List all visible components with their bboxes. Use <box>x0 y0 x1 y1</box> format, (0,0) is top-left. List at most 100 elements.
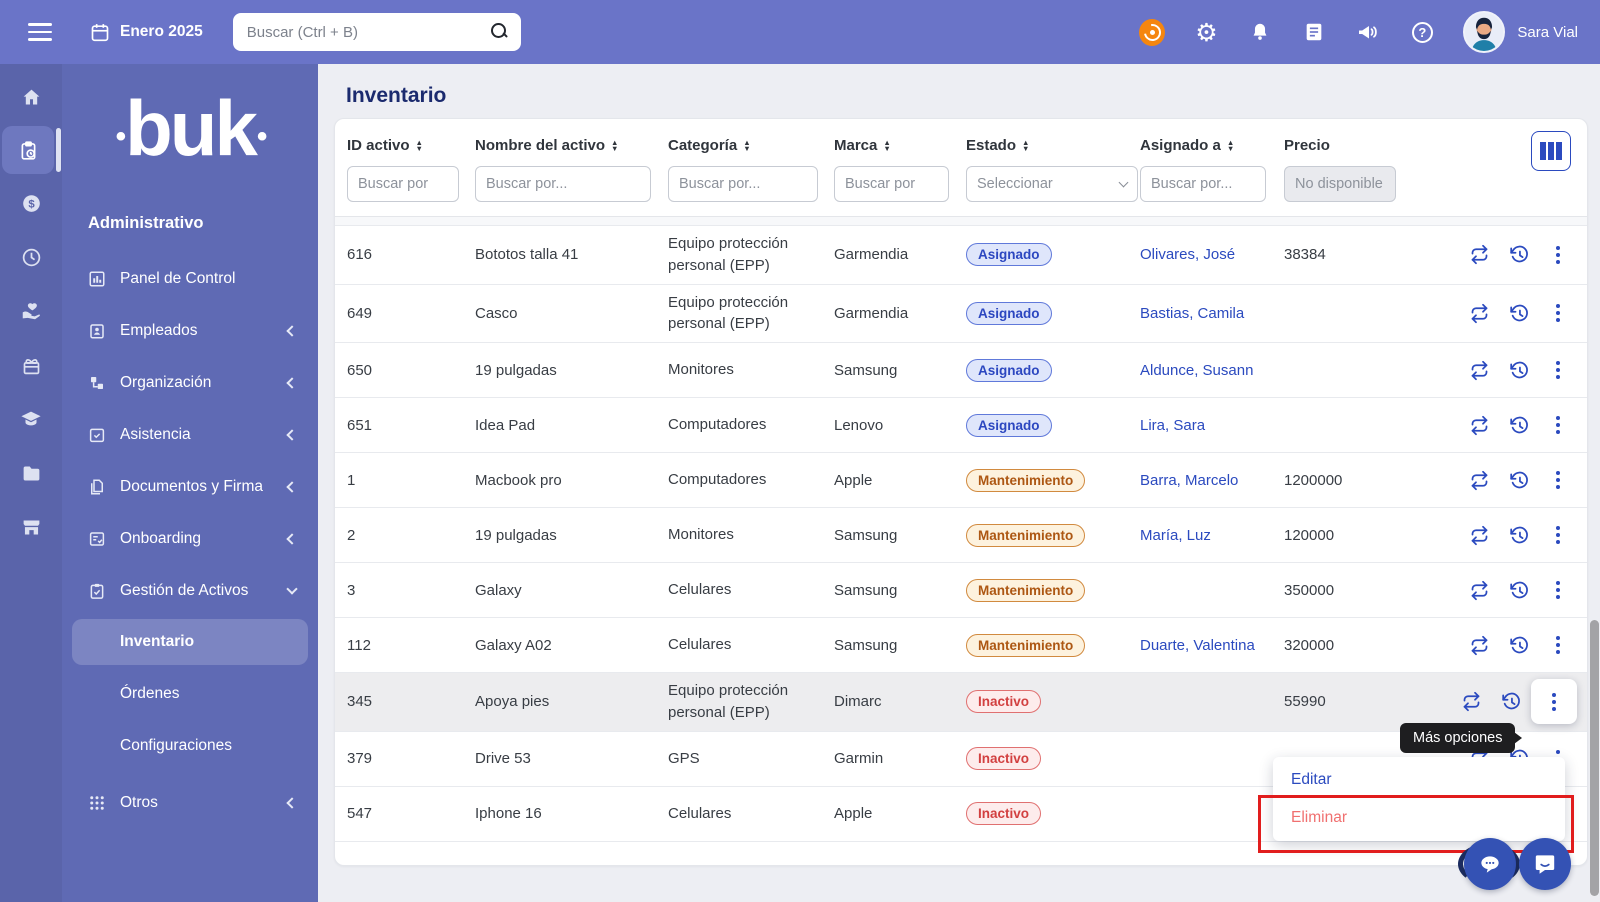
history-icon[interactable] <box>1509 303 1530 324</box>
filter-cell-marca <box>834 166 966 202</box>
rail-payroll[interactable]: $ <box>0 178 62 228</box>
menu-item-editar[interactable]: Editar <box>1273 761 1565 799</box>
sidebar-item-documentos-y-firma[interactable]: Documentos y Firma <box>62 461 318 513</box>
history-icon[interactable] <box>1509 360 1530 381</box>
column-header-marca[interactable]: Marca ▲ ▼ <box>834 137 966 154</box>
column-header-estado[interactable]: Estado ▲ ▼ <box>966 137 1140 154</box>
history-icon[interactable] <box>1509 525 1530 546</box>
kebab-icon[interactable] <box>1549 415 1567 436</box>
rail-time[interactable] <box>0 232 62 282</box>
rail-benefits[interactable] <box>0 286 62 336</box>
sidebar-item-onboarding[interactable]: Onboarding <box>62 513 318 565</box>
user-name: Sara Vial <box>1517 23 1578 41</box>
search-icon[interactable] <box>489 21 509 41</box>
kebab-icon[interactable] <box>1549 360 1567 381</box>
rail-gifts[interactable] <box>0 340 62 390</box>
column-header-categoria[interactable]: Categoría ▲ ▼ <box>668 137 834 154</box>
sidebar-subitem-inventario[interactable]: Inventario <box>72 619 308 665</box>
support-button[interactable] <box>1139 18 1166 46</box>
history-icon[interactable] <box>1509 635 1530 656</box>
sidebar-item-organizacion[interactable]: Organización <box>62 357 318 409</box>
assigned-person-link[interactable]: Olivares, José <box>1140 246 1235 263</box>
status-badge: Inactivo <box>966 690 1042 714</box>
kebab-icon[interactable] <box>1549 525 1567 546</box>
kebab-icon[interactable] <box>1549 470 1567 491</box>
help-button[interactable]: ? <box>1409 19 1435 45</box>
status-badge: Inactivo <box>966 802 1042 825</box>
sync-icon[interactable] <box>1469 635 1490 656</box>
chat-button-primary[interactable] <box>1519 838 1571 890</box>
kebab-icon[interactable] <box>1549 635 1567 656</box>
filter-input-id[interactable] <box>347 166 459 202</box>
filter-input-nombre[interactable] <box>475 166 651 202</box>
menu-item-eliminar[interactable]: Eliminar <box>1273 799 1565 837</box>
history-icon[interactable] <box>1509 580 1530 601</box>
sync-icon[interactable] <box>1469 360 1490 381</box>
settings-button[interactable]: ⚙ <box>1193 19 1219 45</box>
assigned-person-link[interactable]: Lira, Sara <box>1140 417 1205 434</box>
filter-select-estado[interactable]: Seleccionar <box>966 166 1138 202</box>
chat-button-secondary[interactable] <box>1464 838 1516 890</box>
user-menu[interactable]: Sara Vial <box>1463 11 1578 53</box>
page-scrollbar[interactable] <box>1590 620 1599 896</box>
sidebar-item-empleados[interactable]: Empleados <box>62 305 318 357</box>
kebab-icon[interactable] <box>1549 580 1567 601</box>
kebab-icon[interactable] <box>1545 691 1563 712</box>
announcements-button[interactable] <box>1355 19 1381 45</box>
assigned-person-link[interactable]: Duarte, Valentina <box>1140 637 1255 654</box>
assigned-person-link[interactable]: María, Luz <box>1140 527 1211 544</box>
sync-icon[interactable] <box>1469 470 1490 491</box>
cell-id-activo: 3 <box>347 581 356 599</box>
rail-files[interactable] <box>0 448 62 498</box>
sync-icon[interactable] <box>1469 415 1490 436</box>
cell-precio: 350000 <box>1284 581 1335 599</box>
assigned-person-link[interactable]: Bastias, Camila <box>1140 305 1244 322</box>
sidebar-item-panel-de-control[interactable]: Panel de Control <box>62 253 318 305</box>
column-settings-button[interactable] <box>1531 131 1571 171</box>
history-icon[interactable] <box>1501 691 1522 712</box>
sidebar-item-asistencia[interactable]: Asistencia <box>62 409 318 461</box>
sidebar-item-gestion-de-activos[interactable]: Gestión de Activos <box>62 565 318 617</box>
news-button[interactable] <box>1301 19 1327 45</box>
sort-icon[interactable]: ▲ ▼ <box>1227 138 1234 152</box>
rail-training[interactable] <box>0 394 62 444</box>
filter-input-marca[interactable] <box>834 166 949 202</box>
svg-text:$: $ <box>28 198 35 210</box>
row-context-menu: Editar Eliminar <box>1273 757 1565 841</box>
history-icon[interactable] <box>1509 415 1530 436</box>
column-header-asignado[interactable]: Asignado a ▲ ▼ <box>1140 137 1284 154</box>
history-icon[interactable] <box>1509 470 1530 491</box>
sync-icon[interactable] <box>1469 525 1490 546</box>
column-header-nombre[interactable]: Nombre del activo ▲ ▼ <box>475 137 668 154</box>
rail-assets[interactable] <box>2 126 61 174</box>
history-icon[interactable] <box>1509 244 1530 265</box>
sort-icon[interactable]: ▲ ▼ <box>611 138 618 152</box>
filter-cell-estado: Seleccionar <box>966 166 1140 202</box>
filter-input-categoria[interactable] <box>668 166 818 202</box>
rail-marketplace[interactable] <box>0 502 62 552</box>
sync-icon[interactable] <box>1469 244 1490 265</box>
sync-icon[interactable] <box>1469 303 1490 324</box>
cell-categoria: Celulares <box>668 636 732 654</box>
kebab-icon[interactable] <box>1549 303 1567 324</box>
notifications-button[interactable] <box>1247 19 1273 45</box>
sort-icon[interactable]: ▲ ▼ <box>883 138 890 152</box>
column-header-id[interactable]: ID activo ▲ ▼ <box>347 137 475 154</box>
sort-icon[interactable]: ▲ ▼ <box>1022 138 1029 152</box>
sync-icon[interactable] <box>1469 580 1490 601</box>
search-input[interactable] <box>232 23 521 41</box>
sidebar-subitem-ordenes[interactable]: Órdenes <box>72 671 308 717</box>
hamburger-icon[interactable] <box>28 23 52 41</box>
filter-input-asignado[interactable] <box>1140 166 1266 202</box>
period-selector[interactable]: Enero 2025 <box>90 22 203 42</box>
rail-home[interactable] <box>0 72 62 122</box>
sync-icon[interactable] <box>1461 691 1482 712</box>
assigned-person-link[interactable]: Aldunce, Susann <box>1140 362 1253 379</box>
sidebar-subitem-configuraciones[interactable]: Configuraciones <box>72 723 308 769</box>
sidebar-item-otros[interactable]: Otros <box>62 777 318 829</box>
sort-icon[interactable]: ▲ ▼ <box>743 138 750 152</box>
hand-heart-icon <box>22 303 40 320</box>
sort-icon[interactable]: ▲ ▼ <box>416 138 423 152</box>
assigned-person-link[interactable]: Barra, Marcelo <box>1140 472 1238 489</box>
kebab-icon[interactable] <box>1549 244 1567 265</box>
